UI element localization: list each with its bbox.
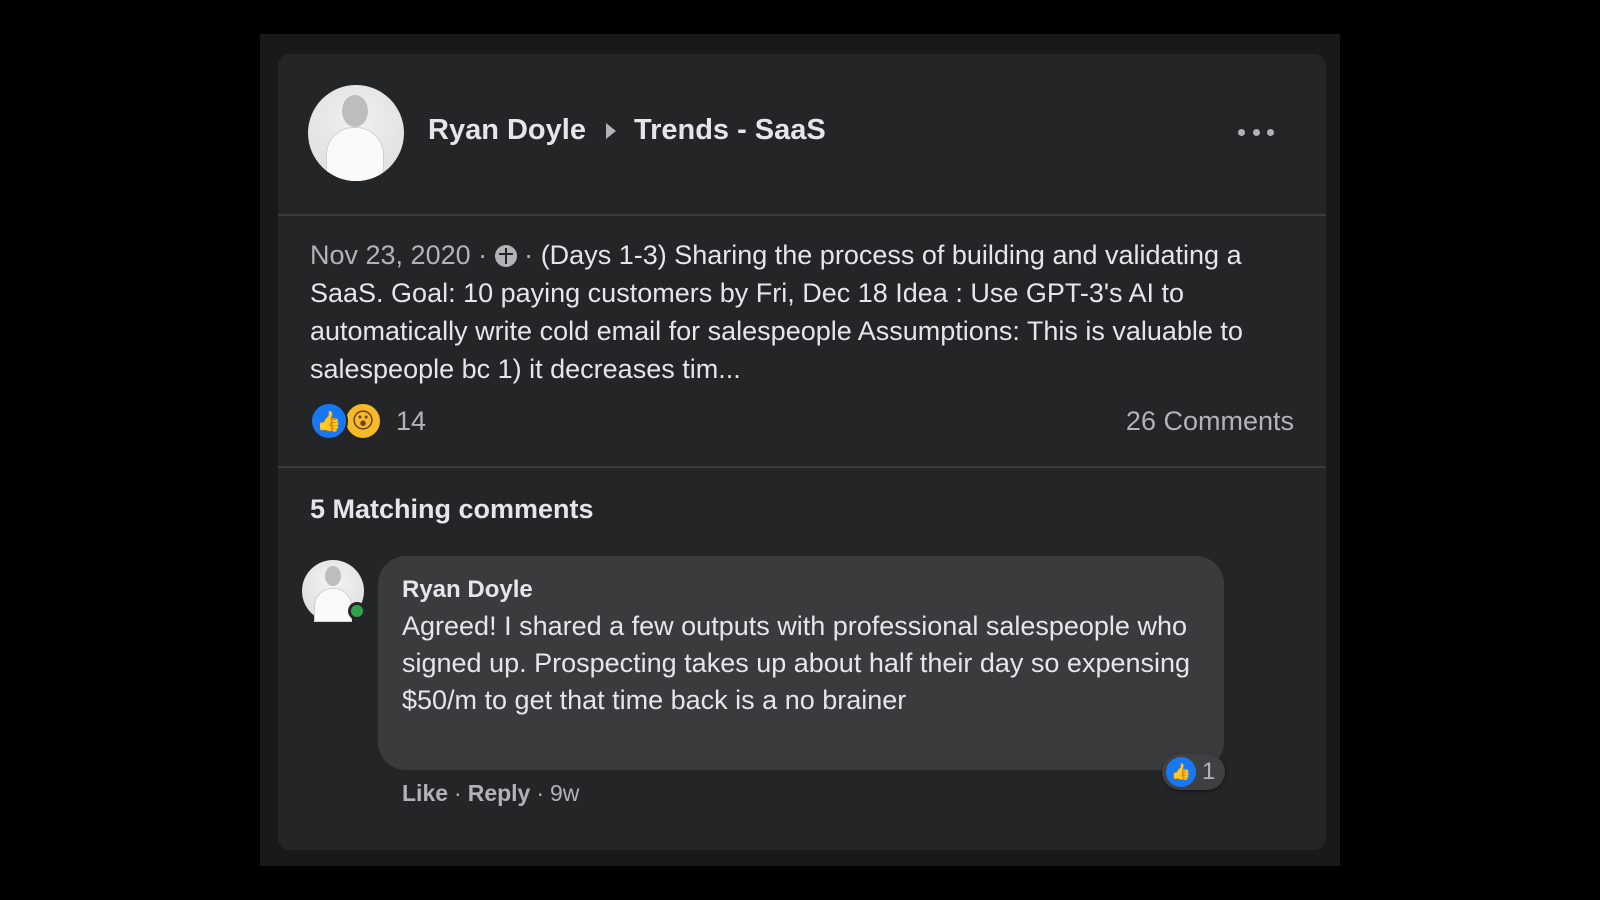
- meta-separator: ·: [524, 240, 534, 270]
- author-avatar[interactable]: [308, 85, 404, 181]
- online-status-icon: [348, 602, 366, 620]
- section-divider: [278, 466, 1326, 468]
- wow-reaction-icon: 😮: [344, 402, 382, 440]
- post-card: Ryan Doyle Trends - SaaS Nov 23, 2020 · …: [278, 54, 1326, 850]
- more-dot: [1267, 128, 1274, 136]
- post-body: Nov 23, 2020 · · (Days 1-3) Sharing the …: [310, 236, 1270, 388]
- more-options-icon[interactable]: [1238, 126, 1274, 138]
- comment-reaction-badge[interactable]: 👍 1: [1162, 754, 1226, 790]
- post-reactions[interactable]: 👍 😮 14: [310, 402, 426, 440]
- group-name-link[interactable]: Trends - SaaS: [634, 114, 826, 147]
- more-dot: [1252, 128, 1260, 136]
- comment-text: Agreed! I shared a few outputs with prof…: [402, 611, 1191, 715]
- author-name-link[interactable]: Ryan Doyle: [428, 114, 586, 147]
- reaction-count: 14: [396, 405, 427, 436]
- avatar-head: [342, 95, 368, 127]
- avatar-body: [314, 588, 352, 622]
- meta-separator: ·: [478, 240, 488, 270]
- like-reaction-icon: 👍: [1166, 757, 1196, 787]
- comment-author-link[interactable]: Ryan Doyle: [402, 574, 1200, 606]
- post-frame: Ryan Doyle Trends - SaaS Nov 23, 2020 · …: [260, 34, 1340, 866]
- action-separator: ·: [536, 780, 545, 806]
- action-separator: ·: [454, 780, 462, 806]
- post-title-row: Ryan Doyle Trends - SaaS: [428, 114, 826, 147]
- comment-bubble: Ryan Doyle Agreed! I shared a few output…: [378, 556, 1224, 770]
- more-dot: [1238, 128, 1245, 136]
- post-date[interactable]: Nov 23, 2020: [310, 240, 471, 270]
- comment-reaction-count: 1: [1202, 758, 1216, 785]
- comments-count-link[interactable]: 26 Comments: [1126, 402, 1294, 440]
- matching-comments-title: 5 Matching comments: [310, 494, 594, 524]
- commenter-avatar[interactable]: [302, 560, 366, 622]
- like-reaction-icon: 👍: [310, 402, 348, 440]
- avatar-body: [326, 127, 384, 181]
- post-header: Ryan Doyle Trends - SaaS: [278, 54, 1326, 216]
- comment-actions: Like · Reply · 9w: [402, 780, 579, 807]
- arrow-right-icon: [605, 122, 616, 139]
- reply-button[interactable]: Reply: [468, 780, 531, 807]
- globe-icon: [494, 245, 517, 267]
- avatar-head: [325, 566, 341, 586]
- like-button[interactable]: Like: [402, 780, 448, 807]
- comment-timestamp[interactable]: 9w: [550, 780, 579, 807]
